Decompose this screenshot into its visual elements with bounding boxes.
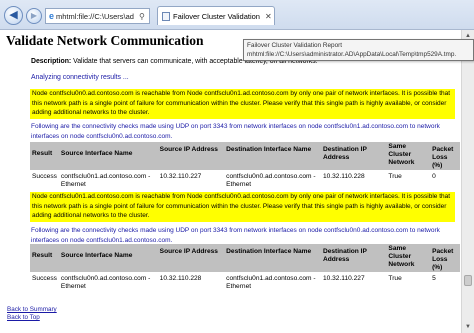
table-header-row: Result Source Interface Name Source IP A… — [30, 244, 460, 273]
back-to-summary-link[interactable]: Back to Summary — [7, 306, 57, 314]
tooltip-url: mhtml:file://C:\Users\administrator.AD\A… — [247, 50, 457, 58]
warning-message: Node contfsclu0n0.ad.contoso.com is reac… — [30, 89, 455, 119]
header-dest-interface: Destination Interface Name — [224, 142, 321, 171]
cell-same-cluster-network: True — [388, 173, 402, 181]
address-bar[interactable]: e mhtml:file://C:\Users\ad ⚲ — [45, 8, 150, 24]
connectivity-info: Following are the connectivity checks ma… — [31, 227, 440, 244]
header-packet-loss: Packet Loss (%) — [430, 244, 460, 273]
search-icon[interactable]: ⚲ — [139, 12, 149, 21]
cell-packet-loss: 5 — [432, 275, 436, 283]
header-same-cluster-network: Same Cluster Network — [386, 142, 431, 171]
header-dest-ip: Destination IP Address — [320, 244, 387, 273]
vertical-scrollbar[interactable]: ▲ ▼ — [461, 30, 474, 333]
tab-failover-report[interactable]: Failover Cluster Validation ... ✕ — [157, 6, 275, 25]
cell-dest-interface: contfsclu0n1.ad.contoso.com - Ethernet — [226, 275, 316, 291]
scroll-down-icon[interactable]: ▼ — [462, 321, 474, 333]
back-button[interactable]: ◀ — [4, 6, 23, 25]
cell-dest-interface: contfsclu0n0.ad.contoso.com - Ethernet — [226, 173, 316, 189]
results-table: Result Source Interface Name Source IP A… — [30, 142, 460, 190]
header-source-interface: Source Interface Name — [58, 244, 158, 273]
cell-source-interface: contfsclu0n0.ad.contoso.com - Ethernet — [60, 275, 151, 291]
header-dest-interface: Destination Interface Name — [224, 244, 321, 273]
cell-packet-loss: 0 — [432, 173, 436, 181]
cell-same-cluster-network: True — [388, 275, 402, 283]
cell-source-ip: 10.32.110.227 — [159, 173, 202, 181]
browser-toolbar: ◀ ▶ e mhtml:file://C:\Users\ad ⚲ Failove… — [0, 0, 474, 30]
back-to-top-link[interactable]: Back to Top — [7, 314, 57, 322]
cell-dest-ip: 10.32.110.227 — [322, 275, 365, 283]
header-result: Result — [30, 142, 59, 171]
page-title: Validate Network Communication — [6, 33, 204, 48]
scrollbar-thumb[interactable] — [464, 275, 472, 286]
header-source-ip: Source IP Address — [157, 244, 225, 273]
new-tab-button[interactable] — [278, 8, 294, 23]
header-source-ip: Source IP Address — [157, 142, 225, 171]
address-url[interactable]: mhtml:file://C:\Users\ad — [56, 12, 137, 21]
analyzing-status: Analyzing connectivity results ... — [31, 74, 129, 81]
table-row: Success contfsclu0n1.ad.contoso.com - Et… — [30, 170, 460, 190]
header-source-interface: Source Interface Name — [58, 142, 158, 171]
connectivity-info: Following are the connectivity checks ma… — [31, 123, 440, 140]
close-icon[interactable]: ✕ — [265, 12, 274, 21]
page-content: Validate Network Communication Descripti… — [0, 30, 461, 333]
cell-source-ip: 10.32.110.228 — [159, 275, 202, 283]
header-packet-loss: Packet Loss (%) — [430, 142, 460, 171]
back-arrow-icon: ◀ — [9, 9, 18, 21]
tab-tooltip: Failover Cluster Validation Report mhtml… — [243, 39, 474, 61]
footer-links: Back to Summary Back to Top — [7, 306, 57, 322]
cell-dest-ip: 10.32.110.228 — [322, 173, 365, 181]
ie-logo-icon: e — [49, 11, 55, 21]
cell-source-interface: contfsclu0n1.ad.contoso.com - Ethernet — [60, 173, 151, 189]
tooltip-title: Failover Cluster Validation Report — [247, 42, 343, 49]
description-label: Description: — [31, 58, 72, 65]
forward-arrow-icon: ▶ — [30, 11, 38, 20]
header-same-cluster-network: Same Cluster Network — [386, 244, 431, 273]
table-header-row: Result Source Interface Name Source IP A… — [30, 142, 460, 171]
header-dest-ip: Destination IP Address — [320, 142, 387, 171]
warning-message: Node contfsclu0n1.ad.contoso.com is reac… — [30, 192, 455, 222]
cell-result: Success — [32, 275, 57, 283]
table-row: Success contfsclu0n0.ad.contoso.com - Et… — [30, 272, 460, 292]
tab-title: Failover Cluster Validation ... — [173, 11, 262, 21]
results-table: Result Source Interface Name Source IP A… — [30, 244, 460, 292]
header-result: Result — [30, 244, 59, 273]
page-favicon-icon — [162, 11, 170, 21]
forward-button[interactable]: ▶ — [26, 8, 42, 24]
cell-result: Success — [32, 173, 57, 181]
